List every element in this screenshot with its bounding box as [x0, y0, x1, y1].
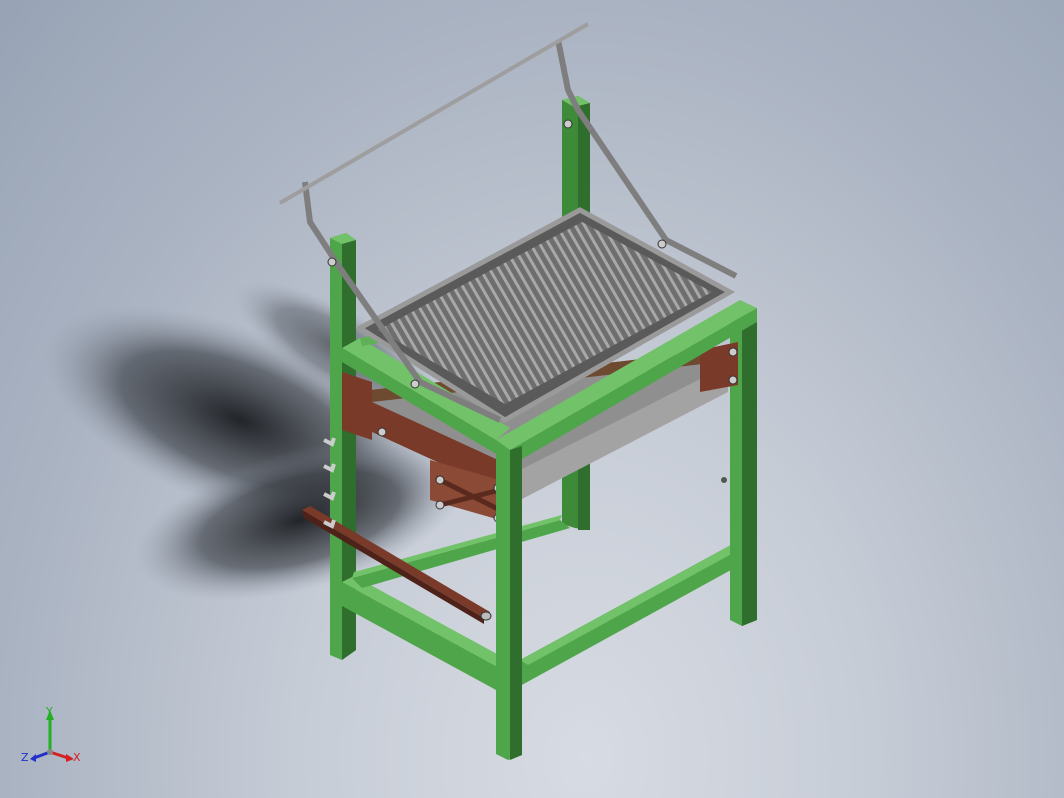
cad-viewport[interactable]: Y X Z [0, 0, 1064, 798]
triad-z-label: Z [21, 751, 29, 764]
view-triad: Y X Z [21, 705, 81, 764]
triad-x-label: X [73, 751, 81, 764]
model-view: Y X Z [21, 22, 757, 764]
leg-front-left [496, 440, 522, 760]
triad-y-label: Y [45, 705, 53, 718]
